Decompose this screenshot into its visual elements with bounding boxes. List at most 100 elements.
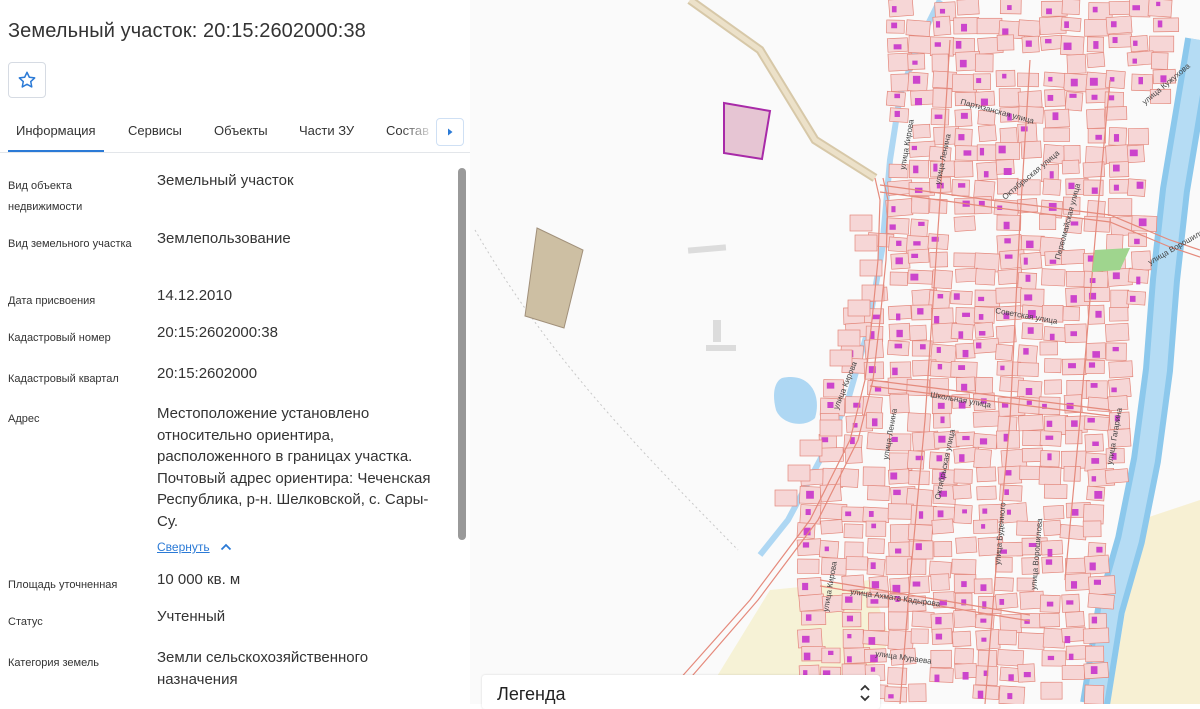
parcel[interactable] — [891, 74, 909, 92]
parcel[interactable] — [1022, 448, 1043, 462]
parcel[interactable] — [1106, 343, 1126, 361]
parcel[interactable] — [1062, 160, 1079, 174]
parcel[interactable] — [996, 287, 1022, 303]
parcel[interactable] — [800, 440, 822, 456]
parcel[interactable] — [1063, 306, 1080, 320]
parcel[interactable] — [838, 330, 860, 346]
parcel[interactable] — [1084, 685, 1104, 704]
parcel[interactable] — [886, 91, 905, 106]
parcel[interactable] — [1018, 20, 1040, 37]
parcel[interactable] — [997, 649, 1023, 666]
parcel[interactable] — [1039, 397, 1060, 415]
parcel[interactable] — [954, 216, 976, 232]
parcel[interactable] — [977, 467, 997, 482]
parcel[interactable] — [1018, 362, 1039, 376]
tabs-next-button[interactable] — [436, 118, 464, 146]
parcel[interactable] — [797, 559, 819, 574]
parcel[interactable] — [1018, 123, 1038, 143]
parcel[interactable] — [998, 630, 1016, 645]
parcel[interactable] — [976, 629, 1001, 649]
parcel[interactable] — [1127, 51, 1154, 66]
favorite-button[interactable] — [8, 62, 46, 98]
parcel[interactable] — [797, 577, 822, 595]
parcel[interactable] — [1089, 614, 1107, 629]
parcel[interactable] — [906, 20, 930, 37]
parcel[interactable] — [930, 668, 954, 683]
parcel[interactable] — [1041, 269, 1065, 286]
parcel[interactable] — [1039, 214, 1055, 229]
parcel[interactable] — [888, 630, 914, 650]
parcel[interactable] — [887, 667, 906, 684]
tab-objects[interactable]: Объекты — [214, 112, 268, 150]
panel-scrollbar[interactable] — [458, 168, 466, 540]
parcel[interactable] — [844, 524, 863, 538]
parcel[interactable] — [954, 469, 972, 483]
parcel[interactable] — [1044, 505, 1065, 519]
parcel[interactable] — [931, 574, 950, 591]
parcel[interactable] — [1105, 70, 1125, 88]
parcel[interactable] — [932, 519, 954, 534]
parcel[interactable] — [1109, 34, 1133, 48]
parcel[interactable] — [1084, 555, 1109, 574]
parcel[interactable] — [908, 524, 932, 541]
parcel[interactable] — [1084, 271, 1108, 288]
legend-toggle-button[interactable] — [858, 683, 872, 708]
selected-parcel[interactable] — [724, 103, 770, 159]
parcel[interactable] — [1083, 521, 1101, 537]
parcel[interactable] — [1040, 342, 1058, 355]
field-parcel[interactable] — [525, 228, 583, 328]
parcel[interactable] — [954, 609, 977, 627]
parcel[interactable] — [907, 413, 930, 432]
parcel[interactable] — [788, 465, 810, 481]
parcel[interactable] — [1020, 252, 1042, 269]
parcel[interactable] — [890, 272, 908, 285]
parcel[interactable] — [909, 684, 927, 702]
parcel[interactable] — [1060, 524, 1087, 540]
parcel[interactable] — [1018, 91, 1042, 109]
parcel[interactable] — [997, 35, 1014, 51]
parcel[interactable] — [860, 260, 882, 276]
parcel[interactable] — [952, 559, 976, 574]
parcel[interactable] — [1067, 54, 1086, 74]
parcel[interactable] — [1109, 307, 1128, 321]
parcel[interactable] — [955, 268, 978, 282]
parcel[interactable] — [888, 504, 913, 520]
parcel[interactable] — [954, 161, 973, 177]
parcel[interactable] — [973, 411, 999, 427]
parcel[interactable] — [954, 253, 976, 267]
parcel[interactable] — [951, 291, 973, 305]
parcel[interactable] — [822, 648, 840, 663]
parcel[interactable] — [1151, 52, 1168, 69]
parcel[interactable] — [1106, 16, 1132, 34]
parcel[interactable] — [934, 542, 952, 557]
parcel[interactable] — [886, 198, 913, 216]
parcel[interactable] — [995, 593, 1018, 609]
parcel[interactable] — [855, 235, 877, 251]
parcel[interactable] — [1061, 250, 1085, 265]
parcel[interactable] — [1018, 633, 1045, 650]
parcel[interactable] — [1062, 0, 1080, 15]
parcel[interactable] — [867, 558, 885, 575]
parcel[interactable] — [820, 420, 842, 436]
parcel[interactable] — [908, 249, 929, 263]
map-canvas[interactable]: улица Кирова Партизанская улица улица Ле… — [470, 0, 1200, 704]
parcel[interactable] — [862, 285, 884, 301]
parcel[interactable] — [978, 125, 996, 142]
tab-parts[interactable]: Части ЗУ — [299, 112, 354, 150]
parcel[interactable] — [1064, 466, 1080, 481]
parcel[interactable] — [933, 16, 951, 35]
parcel[interactable] — [995, 344, 1012, 360]
parcel[interactable] — [1109, 361, 1133, 378]
parcel[interactable] — [863, 467, 885, 486]
parcel[interactable] — [1083, 628, 1109, 644]
parcel[interactable] — [1065, 573, 1091, 591]
parcel[interactable] — [1105, 469, 1128, 484]
parcel[interactable] — [890, 524, 910, 543]
parcel[interactable] — [1066, 611, 1085, 627]
parcel[interactable] — [973, 74, 990, 90]
parcel[interactable] — [1044, 358, 1061, 372]
parcel[interactable] — [999, 88, 1020, 106]
parcel[interactable] — [797, 539, 821, 556]
parcel[interactable] — [909, 160, 928, 178]
map-view[interactable]: улица Кирова Партизанская улица улица Ле… — [470, 0, 1200, 704]
